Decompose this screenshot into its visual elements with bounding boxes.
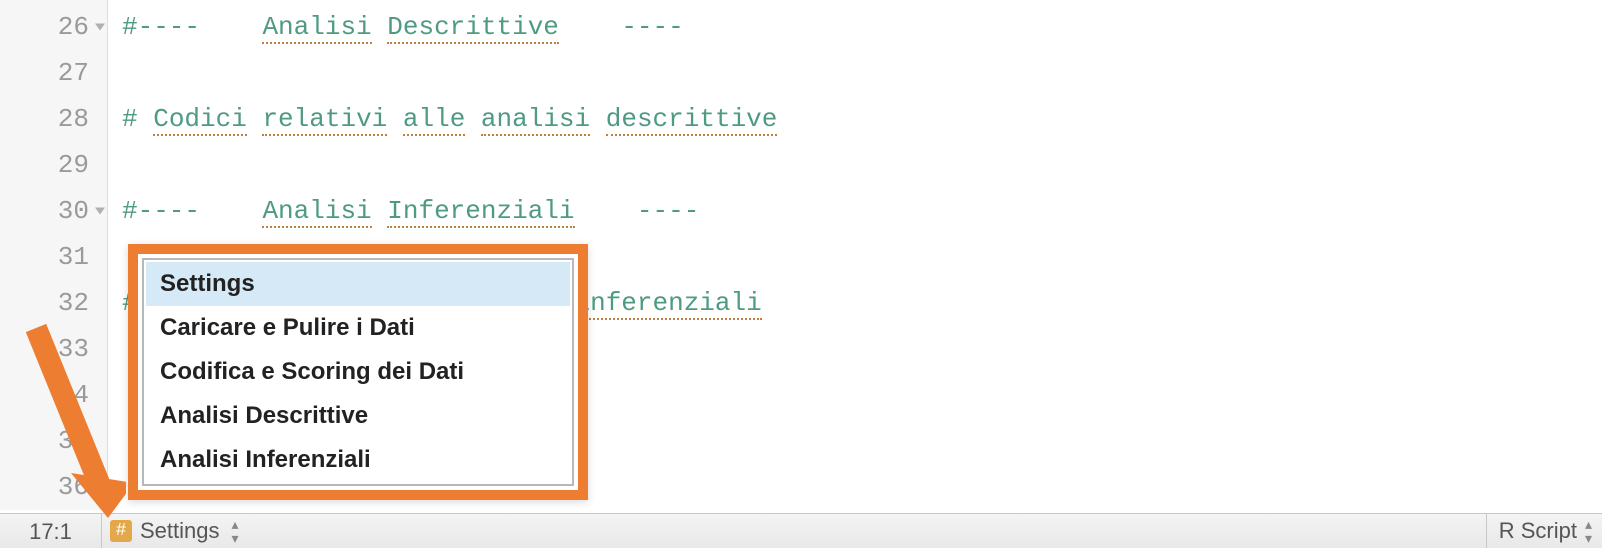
code-line[interactable]: #---- Analisi Descrittive ---- bbox=[122, 4, 1602, 50]
language-selector[interactable]: R Script ▴▾ bbox=[1486, 514, 1602, 548]
gutter-line[interactable]: 28 bbox=[0, 96, 107, 142]
gutter-line[interactable]: 29 bbox=[0, 142, 107, 188]
code-line[interactable] bbox=[122, 142, 1602, 188]
code-line[interactable]: # Codici relativi alle analisi descritti… bbox=[122, 96, 1602, 142]
nav-item-settings[interactable]: Settings bbox=[146, 262, 570, 306]
gutter-line[interactable]: 26 bbox=[0, 4, 107, 50]
nav-item-codifica[interactable]: Codifica e Scoring dei Dati bbox=[146, 350, 570, 394]
code-line[interactable] bbox=[122, 50, 1602, 96]
gutter-line[interactable]: 30 bbox=[0, 188, 107, 234]
status-bar: 17:1 # Settings ▴▾ R Script ▴▾ bbox=[0, 513, 1602, 548]
section-navigator-popup: Settings Caricare e Pulire i Dati Codifi… bbox=[128, 244, 588, 500]
hash-icon: # bbox=[110, 520, 132, 542]
stepper-icon: ▴▾ bbox=[1585, 517, 1592, 545]
gutter-line[interactable]: 33 bbox=[0, 326, 107, 372]
nav-item-caricare[interactable]: Caricare e Pulire i Dati bbox=[146, 306, 570, 350]
gutter-line[interactable]: 27 bbox=[0, 50, 107, 96]
gutter-line[interactable]: 31 bbox=[0, 234, 107, 280]
gutter-line[interactable]: 36 bbox=[0, 464, 107, 510]
section-selector[interactable]: # Settings ▴▾ bbox=[102, 514, 239, 548]
code-line[interactable]: #---- Analisi Inferenziali ---- bbox=[122, 188, 1602, 234]
gutter-line[interactable]: 35 bbox=[0, 418, 107, 464]
language-label: R Script bbox=[1499, 518, 1577, 544]
stepper-icon: ▴▾ bbox=[232, 517, 239, 545]
cursor-position[interactable]: 17:1 bbox=[0, 514, 102, 548]
nav-item-inferenziali[interactable]: Analisi Inferenziali bbox=[146, 438, 570, 482]
gutter-line[interactable]: 32 bbox=[0, 280, 107, 326]
gutter-line[interactable]: 34 bbox=[0, 372, 107, 418]
current-section-label: Settings bbox=[140, 518, 220, 544]
line-number-gutter: 26 27 28 29 30 31 32 33 34 35 36 bbox=[0, 0, 108, 510]
nav-item-descrittive[interactable]: Analisi Descrittive bbox=[146, 394, 570, 438]
